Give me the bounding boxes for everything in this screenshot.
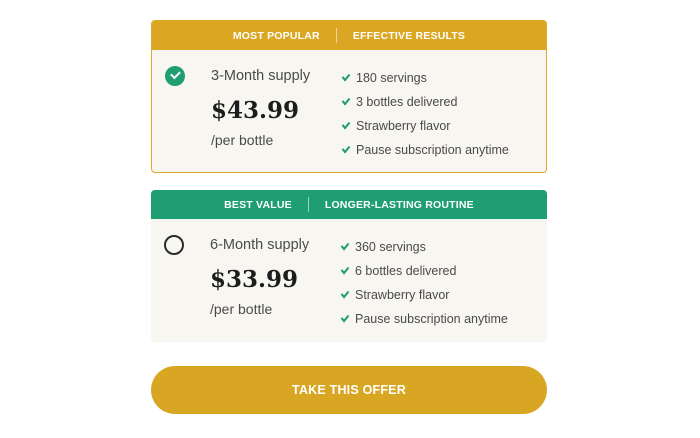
badge-best-value: BEST VALUE — [224, 198, 292, 211]
badge-most-popular: MOST POPULAR — [232, 29, 320, 42]
feature-item: Pause subscription anytime — [340, 307, 508, 331]
checkmark-icon — [340, 240, 350, 250]
checkmark-icon — [340, 264, 350, 274]
plan-price: $43.99 — [211, 97, 300, 124]
plan-body: 6-Month supply $33.99 /per bottle 360 se… — [151, 219, 547, 342]
plan-card-3-month[interactable]: MOST POPULAR EFFECTIVE RESULTS 3-Month s… — [151, 20, 547, 173]
plan-header-badges: MOST POPULAR EFFECTIVE RESULTS — [152, 21, 546, 50]
feature-item: Strawberry flavor — [340, 283, 508, 307]
take-offer-button[interactable]: TAKE THIS OFFER — [151, 366, 547, 414]
plan-header-badges: BEST VALUE LONGER-LASTING ROUTINE — [151, 190, 547, 219]
feature-text: 180 servings — [356, 71, 427, 85]
feature-list: 360 servings 6 bottles delivered Strawbe… — [340, 235, 508, 331]
feature-text: 6 bottles delivered — [355, 264, 457, 278]
check-circle-icon[interactable] — [165, 66, 185, 86]
plan-price-unit: /per bottle — [211, 132, 274, 148]
checkmark-icon — [341, 143, 351, 153]
offer-page: MOST POPULAR EFFECTIVE RESULTS 3-Month s… — [0, 0, 700, 438]
feature-text: 3 bottles delivered — [356, 95, 458, 109]
feature-text: Pause subscription anytime — [356, 143, 509, 157]
feature-item: 6 bottles delivered — [340, 259, 508, 283]
checkmark-icon — [341, 71, 351, 81]
plan-supply-label: 3-Month supply — [211, 68, 311, 84]
feature-item: 360 servings — [340, 235, 508, 259]
checkmark-icon — [340, 312, 350, 322]
feature-list: 180 servings 3 bottles delivered Strawbe… — [341, 66, 509, 162]
checkmark-icon — [341, 95, 351, 105]
plan-supply-label: 6-Month supply — [210, 237, 310, 253]
badge-effective-results: EFFECTIVE RESULTS — [352, 29, 466, 42]
plan-body: 3-Month supply $43.99 /per bottle 180 se… — [152, 50, 546, 172]
feature-text: Strawberry flavor — [355, 288, 450, 302]
badge-longer-lasting-routine: LONGER-LASTING ROUTINE — [324, 198, 474, 211]
plan-card-6-month[interactable]: BEST VALUE LONGER-LASTING ROUTINE 6-Mont… — [151, 190, 547, 342]
feature-item: 3 bottles delivered — [341, 90, 509, 114]
feature-item: Strawberry flavor — [341, 114, 509, 138]
checkmark-icon — [341, 119, 351, 129]
radio-empty-icon[interactable] — [164, 235, 184, 255]
feature-text: Pause subscription anytime — [355, 312, 508, 326]
feature-text: 360 servings — [355, 240, 426, 254]
feature-item: 180 servings — [341, 66, 509, 90]
plan-price: $33.99 — [210, 266, 299, 293]
feature-item: Pause subscription anytime — [341, 138, 509, 162]
plan-price-unit: /per bottle — [210, 301, 273, 317]
feature-text: Strawberry flavor — [356, 119, 451, 133]
checkmark-icon — [340, 288, 350, 298]
